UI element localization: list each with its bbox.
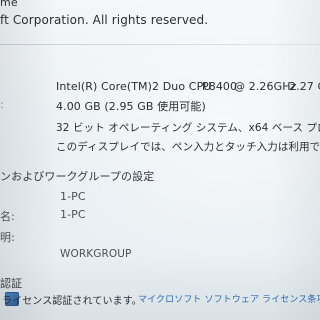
computer-description-label: 明: — [0, 231, 15, 244]
system-type-value: 32 ビット オペレーティング システム、x64 ベース プロセッサ — [56, 122, 320, 134]
workgroup-value: WORKGROUP — [60, 248, 132, 260]
divider — [0, 44, 320, 45]
edition-fragment: me — [0, 0, 18, 9]
processor-model: P8400 — [202, 80, 238, 93]
screen-glare-overlay — [0, 0, 320, 320]
pen-touch-value: このディスプレイでは、ペン入力とタッチ入力は利用できません — [56, 141, 320, 153]
processor-value: Intel(R) Core(TM)2 Duo CPU — [56, 80, 212, 93]
activation-status: ライセンス認証されています。 — [2, 296, 142, 307]
processor-speed: @ 2.26GHz — [234, 80, 297, 93]
computer-name-value: 1-PC — [60, 190, 86, 203]
full-computer-name-value: 1-PC — [60, 208, 86, 221]
copyright-text: ft Corporation. All rights reserved. — [0, 13, 209, 27]
system-properties-panel: me ft Corporation. All rights reserved. … — [0, 0, 320, 320]
memory-label-fragment: : — [0, 98, 4, 111]
memory-value: 4.00 GB (2.95 GB 使用可能) — [56, 100, 206, 113]
activation-section-heading: 認証 — [0, 277, 23, 290]
license-terms-link[interactable]: マイクロソフト ソフトウェア ライセンス条項を読む — [138, 292, 320, 305]
computer-name-section-heading: ンおよびワークグループの設定 — [0, 170, 155, 183]
full-computer-name-label: 名: — [0, 210, 15, 223]
processor-speed-secondary: 2.27 GH — [289, 80, 320, 93]
